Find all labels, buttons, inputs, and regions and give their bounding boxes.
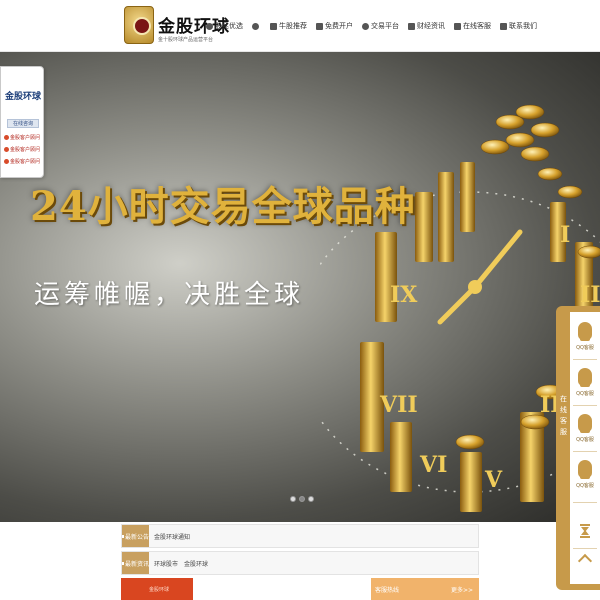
qq-label: QQ客服 [576, 483, 594, 489]
nav-label: 牛股推荐 [279, 22, 307, 30]
nav-item-platform[interactable]: 交易平台 [362, 21, 399, 31]
qq-service-button[interactable]: QQ客服 [570, 456, 600, 494]
advisor-label: 金股客户顾问 [10, 146, 41, 153]
qq-icon [578, 368, 592, 387]
news-tag: 最新资讯 [122, 552, 149, 574]
main-nav: 股民优选 牛股推荐 免费开户 交易平台 财经资讯 在线客服 联系我们 [206, 18, 546, 34]
divider [573, 359, 597, 360]
left-panel-advisor-link[interactable]: 金股客户顾问 [4, 133, 42, 141]
left-panel-advisor-link[interactable]: 金股客户顾问 [4, 157, 42, 165]
left-panel-title: 金股环球 [5, 92, 42, 102]
qq-service-button[interactable]: QQ客服 [570, 364, 600, 402]
nav-label: 在线客服 [463, 22, 491, 30]
phone-icon [500, 22, 507, 30]
hourglass-icon[interactable] [580, 524, 590, 538]
svg-text:VI: VI [419, 452, 447, 478]
slider-dot-1[interactable] [290, 496, 296, 502]
svg-text:IX: IX [390, 282, 418, 308]
qq-label: QQ客服 [576, 345, 594, 351]
hero-banner[interactable]: I II IIII V VI VII IX 24小时交易全球品种 运筹帷幄，决胜… [0, 52, 600, 522]
slider-dot-3[interactable] [308, 496, 314, 502]
qq-icon [578, 322, 592, 341]
qq-icon [578, 460, 592, 479]
nav-label: 财经资讯 [417, 22, 445, 30]
nav-label: 交易平台 [371, 22, 399, 30]
divider [573, 548, 597, 549]
advisor-icon [4, 158, 9, 164]
logo-seal-icon [124, 6, 154, 44]
bottom-promo-block[interactable]: 金股环球 [121, 578, 193, 600]
advisor-icon [4, 134, 9, 140]
news-link[interactable]: 环球股市 [154, 559, 178, 568]
account-icon [316, 22, 323, 30]
left-consult-panel: 金股环球 在线咨询 金股客户顾问 金股客户顾问 金股客户顾问 [0, 66, 44, 178]
announcement-link[interactable]: 金股环球通知 [154, 532, 190, 541]
chat-icon [454, 22, 461, 30]
svg-text:II: II [580, 282, 600, 308]
nav-label: 股民优选 [215, 22, 243, 30]
hotline-title: 客服热线 [375, 587, 400, 594]
nav-item-open-account[interactable]: 免费开户 [316, 21, 353, 31]
slider-dot-2[interactable] [299, 496, 305, 502]
announcement-row: 最新公告 金股环球通知 [121, 524, 479, 548]
banner-headline: 24小时交易全球品种 [30, 183, 416, 230]
svg-text:V: V [484, 467, 503, 493]
divider [573, 405, 597, 406]
user-icon [206, 22, 213, 30]
slider-dots [290, 496, 314, 502]
qq-icon [578, 414, 592, 433]
left-panel-advisor-link[interactable]: 金股客户顾问 [4, 145, 42, 153]
site-header: 金股环球 金十股环球产品运营平台 股民优选 牛股推荐 免费开户 交易平台 财经资… [0, 0, 600, 52]
banner-subline: 运筹帷幄，决胜全球 [34, 280, 305, 310]
qq-service-button[interactable]: QQ客服 [570, 318, 600, 356]
bottom-content-block [193, 578, 371, 600]
nav-item-globe[interactable] [252, 22, 261, 30]
nav-item-service[interactable]: 在线客服 [454, 21, 491, 31]
nav-item-stocks[interactable]: 牛股推荐 [270, 21, 307, 31]
divider [573, 451, 597, 452]
chart-icon [270, 22, 277, 30]
more-link[interactable]: 更多>> [451, 585, 473, 594]
qq-label: QQ客服 [576, 391, 594, 397]
hotline-block: 客服热线 更多>> [371, 578, 479, 600]
platform-icon [362, 22, 369, 30]
advisor-label: 金股客户顾问 [10, 134, 41, 141]
page: 金股环球 金十股环球产品运营平台 股民优选 牛股推荐 免费开户 交易平台 财经资… [0, 0, 600, 600]
globe-icon [252, 22, 259, 30]
nav-label: 免费开户 [325, 22, 353, 30]
svg-text:VII: VII [379, 392, 418, 418]
nav-item-news[interactable]: 财经资讯 [408, 21, 445, 31]
nav-item-picks[interactable]: 股民优选 [206, 21, 243, 31]
qq-service-button[interactable]: QQ客服 [570, 410, 600, 448]
back-to-top-icon[interactable] [577, 553, 593, 569]
news-link[interactable]: 金股环球 [184, 559, 208, 568]
news-row: 最新资讯 环球股市 金股环球 [121, 551, 479, 575]
nav-label: 联系我们 [509, 22, 537, 30]
nav-item-contact[interactable]: 联系我们 [500, 21, 537, 31]
right-service-panel: 在线客服 QQ客服 QQ客服 QQ客服 QQ客服 [556, 306, 600, 590]
right-panel-vertical-label: 在线客服 [560, 395, 567, 436]
site-logo[interactable]: 金股环球 金十股环球产品运营平台 [124, 6, 229, 50]
bottom-promo-text: 金股环球 [149, 587, 170, 593]
advisor-label: 金股客户顾问 [10, 158, 41, 165]
qq-label: QQ客服 [576, 437, 594, 443]
advisor-icon [4, 146, 9, 152]
divider [573, 502, 597, 503]
news-icon [408, 22, 415, 30]
announcement-tag: 最新公告 [122, 525, 149, 547]
svg-text:I: I [560, 222, 570, 248]
logo-tagline: 金十股环球产品运营平台 [158, 37, 214, 43]
right-panel-list: QQ客服 QQ客服 QQ客服 QQ客服 [570, 312, 600, 584]
left-panel-subtitle[interactable]: 在线咨询 [7, 119, 39, 128]
